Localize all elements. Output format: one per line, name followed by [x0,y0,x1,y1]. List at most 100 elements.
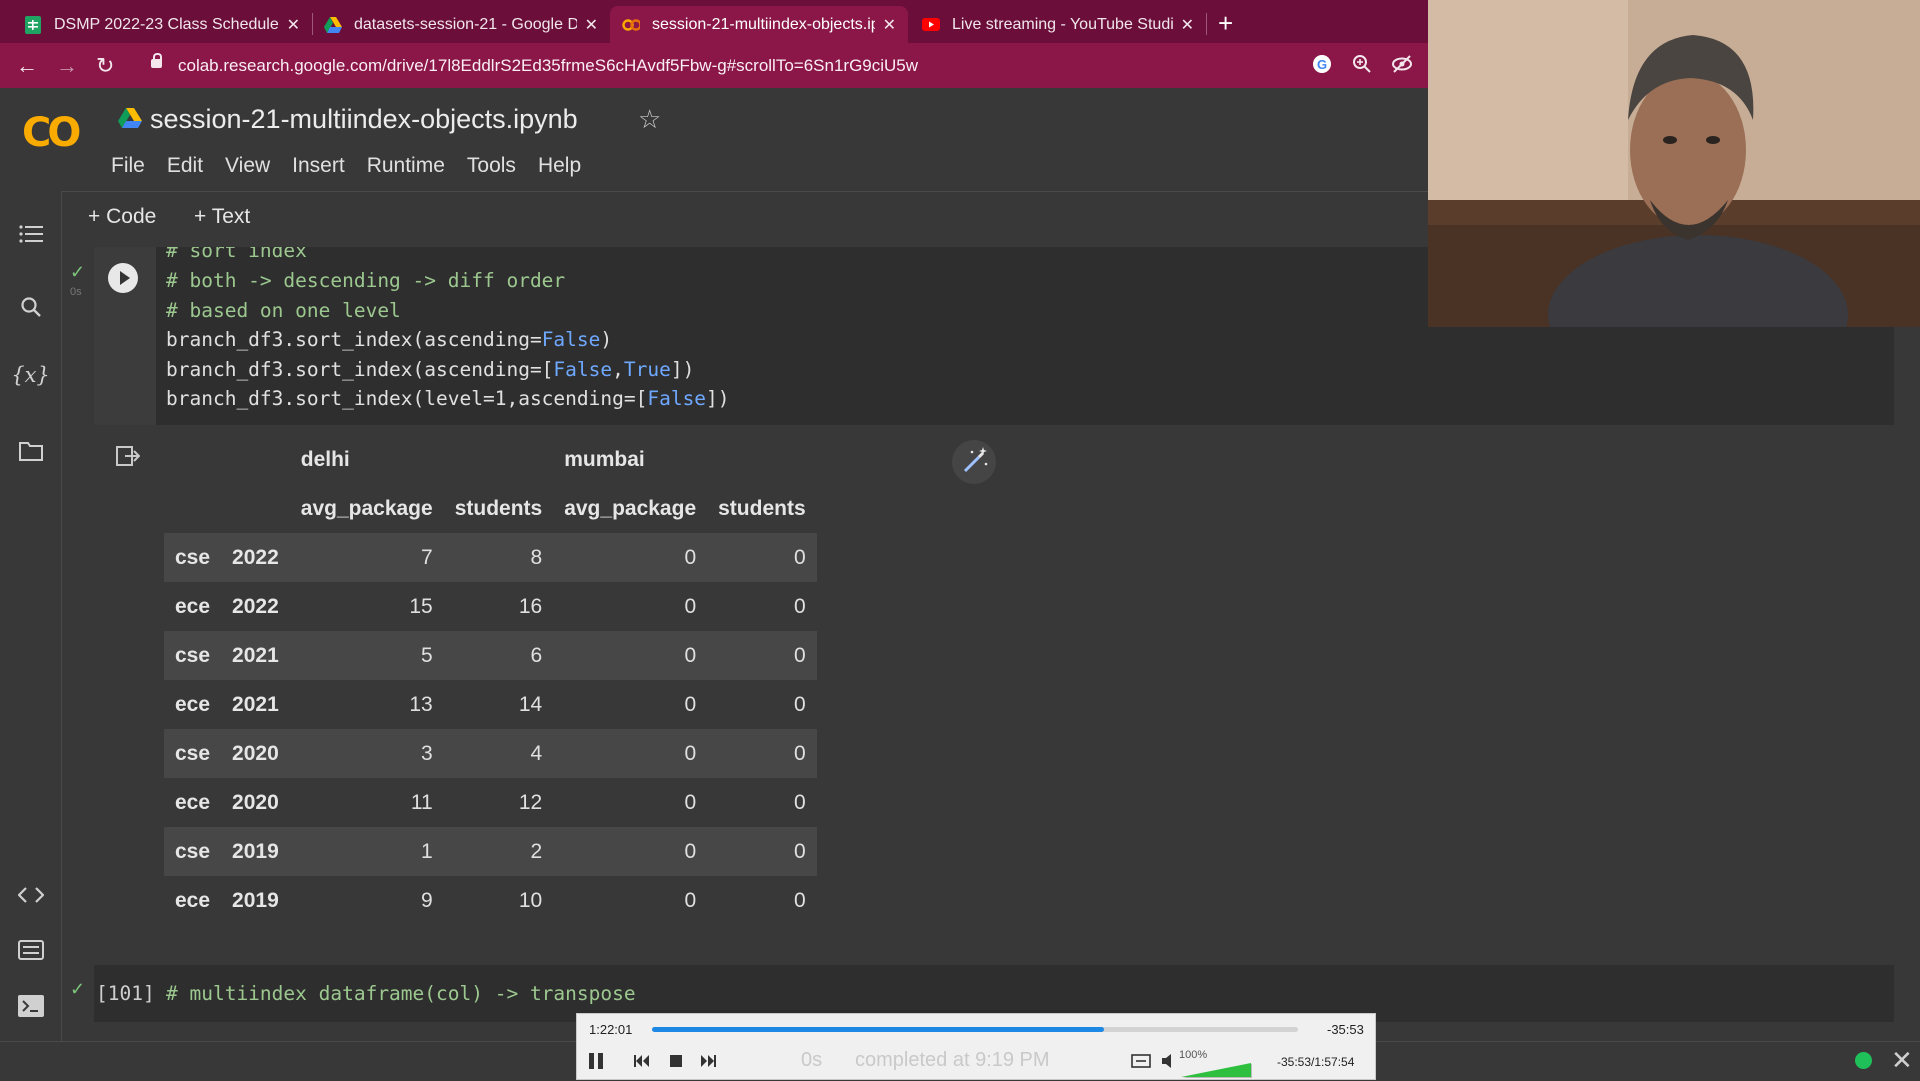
table-row: ece 2022 15 16 0 0 [164,582,817,631]
dataframe-table: delhi mumbai avg_package students avg_pa… [164,435,817,925]
code-token: ]) [706,387,730,410]
next-cell-code[interactable]: # multiindex dataframe(col) -> transpose [166,982,636,1005]
youtube-icon [922,16,940,34]
drive-icon[interactable] [118,108,142,134]
variables-icon[interactable]: {x} [0,363,61,387]
code-token: # both -> descending -> diff order [166,269,566,292]
table-cell: 14 [518,692,543,716]
tab-youtube-studio[interactable]: Live streaming - YouTube Studio ✕ [910,6,1206,43]
colab-logo[interactable]: CO [22,110,81,156]
index-year: 2021 [232,692,279,716]
lock-icon [151,53,162,68]
zoom-icon[interactable] [1351,54,1373,76]
forward-icon[interactable]: → [56,53,78,79]
cell-exec-time: 0s [70,286,82,298]
connected-status-icon[interactable] [1855,1052,1872,1069]
menu-runtime[interactable]: Runtime [367,154,445,178]
table-cell: 1 [289,827,444,876]
code-token: False [553,358,613,381]
table-row: cse 2022 7 8 0 0 [164,533,817,582]
code-line: # based on one level [166,299,401,322]
table-row: cse 2021 5 6 0 0 [164,631,817,680]
close-tab-icon[interactable]: ✕ [585,15,598,35]
table-cell: 13 [409,692,433,716]
output-actions-icon[interactable] [116,445,141,472]
menu-tools[interactable]: Tools [467,154,516,178]
terminal-icon[interactable] [0,995,61,1022]
menu-file[interactable]: File [111,154,145,178]
index-header-blank [164,435,290,484]
files-icon[interactable] [0,441,61,466]
player-zero-label: 0s [801,1049,823,1071]
table-row: ece 2020 11 12 0 0 [164,778,817,827]
tab-separator [1206,13,1207,35]
colab-icon [622,16,640,34]
table-cell: 0 [707,631,817,680]
previous-icon[interactable] [633,1052,651,1075]
stop-icon[interactable] [667,1052,685,1075]
index-branch: ece [175,888,211,912]
code-line: branch_df3.sort_index(level=1,ascending=… [166,387,730,410]
table-cell: 12 [518,790,543,814]
search-icon[interactable] [0,296,61,323]
column-header: students [454,496,543,520]
address-bar: ← → ↻ colab.research.google.com/drive/17… [0,43,1428,88]
tab-colab-notebook[interactable]: session-21-multiindex-objects.ip ✕ [610,6,908,43]
command-palette-icon[interactable] [0,940,61,965]
add-code-button[interactable]: + Code [88,205,156,229]
reload-icon[interactable]: ↻ [96,53,114,79]
aspect-ratio-icon[interactable] [1131,1052,1151,1075]
elapsed-time: 1:22:01 [589,1022,633,1037]
index-year: 2019 [221,827,290,876]
code-snippets-icon[interactable] [0,886,61,909]
code-token: False [647,387,707,410]
add-text-button[interactable]: + Text [194,205,250,229]
toc-icon[interactable] [0,224,61,249]
menu-view[interactable]: View [225,154,270,178]
index-year: 2020 [221,729,290,778]
index-branch: ece [175,790,211,814]
media-player: 1:22:01 -35:53 0s completed at 9:19 PM 1… [576,1013,1376,1080]
code-token: # sort index [166,247,307,262]
index-branch: cse [164,729,222,778]
notebook-title[interactable]: session-21-multiindex-objects.ipynb [150,104,578,135]
table-cell: 11 [410,790,433,814]
volume-fill [1181,1063,1251,1077]
code-token: False [541,328,601,351]
menu-edit[interactable]: Edit [167,154,203,178]
pause-icon[interactable] [587,1052,605,1075]
close-tab-icon[interactable]: ✕ [883,15,896,35]
menu-help[interactable]: Help [538,154,581,178]
table-cell: 0 [707,827,817,876]
tab-class-schedule[interactable]: DSMP 2022-23 Class Schedule - ✕ [12,6,312,43]
close-tab-icon[interactable]: ✕ [1181,15,1194,35]
close-icon[interactable]: ✕ [1891,1045,1913,1076]
magic-wand-icon [963,447,988,473]
table-cell: 0 [553,533,708,582]
new-tab-button[interactable]: + [1218,8,1233,39]
column-header: students [718,496,806,520]
url-field[interactable]: colab.research.google.com/drive/17l8Eddl… [178,56,918,76]
tab-title: session-21-multiindex-objects.ip [652,15,875,33]
menu-insert[interactable]: Insert [292,154,345,178]
volume-icon[interactable] [1161,1052,1177,1075]
left-sidebar: {x} [0,191,62,1041]
code-token: True [623,358,671,381]
close-tab-icon[interactable]: ✕ [287,15,300,35]
star-icon[interactable]: ☆ [638,104,661,135]
table-row: cse 2019 1 2 0 0 [164,827,817,876]
table-cell: 2 [443,827,554,876]
seek-bar[interactable] [652,1027,1298,1032]
eye-off-icon[interactable] [1391,54,1413,76]
table-cell: 10 [518,888,543,912]
back-icon[interactable]: ← [16,53,38,79]
table-cell: 0 [553,827,708,876]
table-row: cse 2020 3 4 0 0 [164,729,817,778]
google-icon[interactable]: G [1311,54,1333,76]
tab-google-drive[interactable]: datasets-session-21 - Google Dr ✕ [312,6,610,43]
magic-wand-button[interactable] [952,440,996,484]
table-cell: 0 [793,790,806,814]
table-cell: 0 [684,790,697,814]
table-cell: 0 [707,533,817,582]
next-icon[interactable] [699,1052,717,1075]
